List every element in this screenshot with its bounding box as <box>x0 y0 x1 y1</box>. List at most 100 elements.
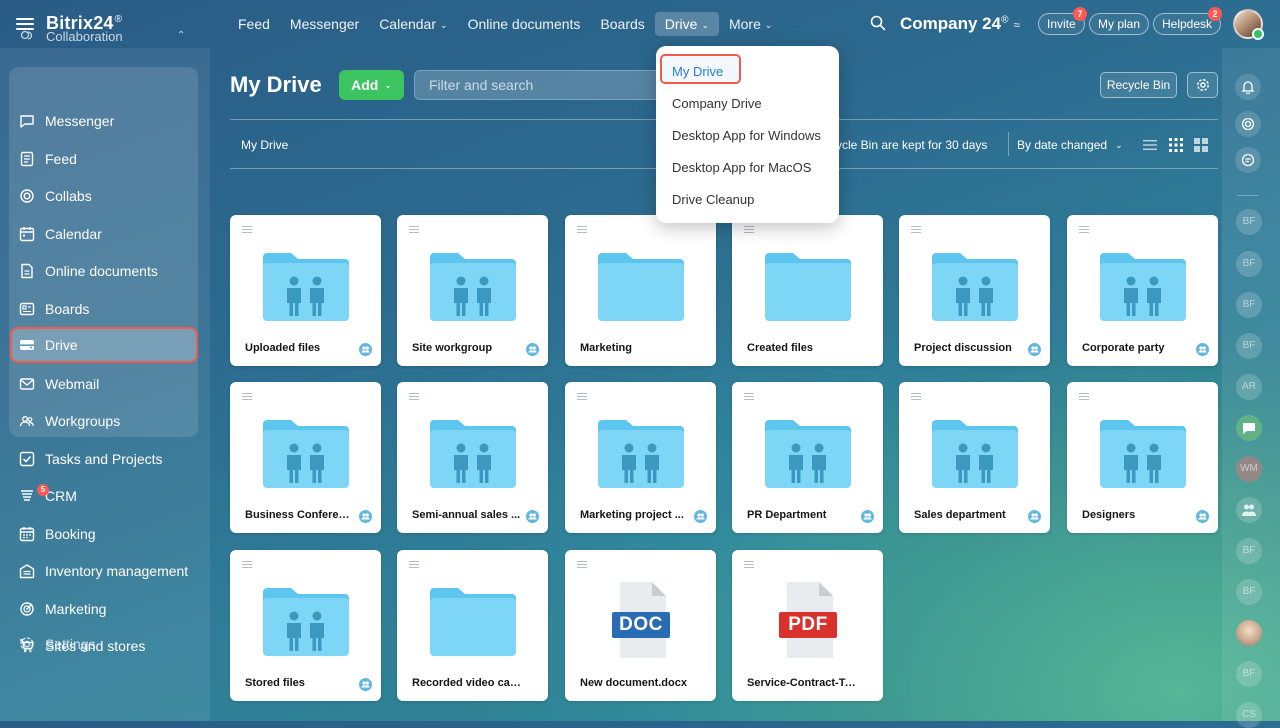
folder-tile[interactable]: Semi-annual sales ... <box>397 382 548 533</box>
add-button[interactable]: Add ⌄ <box>339 70 404 100</box>
menu-item-drive-cleanup[interactable]: Drive Cleanup <box>672 192 754 207</box>
folder-tile[interactable]: Business Conference <box>230 382 381 533</box>
nav-messenger[interactable]: Messenger <box>280 12 369 36</box>
folder-tile[interactable]: Created files <box>732 215 883 366</box>
menu-item-my-drive[interactable]: My Drive <box>672 64 723 79</box>
user-photo-avatar[interactable] <box>1236 620 1262 646</box>
inventory-icon <box>19 564 35 579</box>
rail-user-avatar[interactable]: BF <box>1236 292 1262 318</box>
tile-name: Uploaded files <box>245 342 321 354</box>
tile-name: Marketing <box>580 342 632 354</box>
folder-tile[interactable]: Stored files <box>230 550 381 701</box>
large-tiles-view-icon[interactable] <box>1194 138 1208 152</box>
sidebar-item-webmail[interactable]: Webmail <box>10 366 198 402</box>
sidebar-item-calendar[interactable]: Calendar <box>10 216 198 252</box>
drag-handle-icon[interactable] <box>744 561 754 569</box>
nav-calendar[interactable]: Calendar ⌄ <box>369 12 457 36</box>
sidebar-settings[interactable]: Settings <box>10 629 96 659</box>
grid-view-icon[interactable] <box>1169 138 1183 152</box>
my-plan-button[interactable]: My plan <box>1089 13 1150 35</box>
recycle-bin-button[interactable]: Recycle Bin <box>1100 72 1177 98</box>
nav-feed[interactable]: Feed <box>228 12 280 36</box>
rail-user-avatar[interactable]: BF <box>1236 579 1262 605</box>
rail-user-avatar[interactable]: WM <box>1236 456 1262 482</box>
rail-user-avatar[interactable]: BF <box>1236 251 1262 277</box>
sort-dropdown[interactable]: By date changed ⌄ <box>1017 138 1123 152</box>
folder-icon <box>763 247 853 323</box>
drag-handle-icon[interactable] <box>911 226 921 234</box>
search-input[interactable]: Filter and search <box>414 70 664 100</box>
drag-handle-icon[interactable] <box>577 226 587 234</box>
sidebar-item-messenger[interactable]: Messenger <box>10 103 198 139</box>
settings-sliders-icon[interactable]: ≈ <box>1013 18 1020 32</box>
nav-boards[interactable]: Boards <box>590 12 654 36</box>
copilot-icon[interactable] <box>1235 111 1261 137</box>
folder-tile[interactable]: Designers <box>1067 382 1218 533</box>
drag-handle-icon[interactable] <box>744 226 754 234</box>
sidebar-item-feed[interactable]: Feed <box>10 141 198 177</box>
folder-tile[interactable]: Site workgroup <box>397 215 548 366</box>
sidebar-item-marketing[interactable]: Marketing <box>10 591 198 627</box>
folder-tile[interactable]: Sales department <box>899 382 1050 533</box>
rail-user-avatar[interactable]: BF <box>1236 333 1262 359</box>
chat-refresh-icon[interactable] <box>1235 147 1261 173</box>
folder-tile[interactable]: Corporate party <box>1067 215 1218 366</box>
menu-item-company-drive[interactable]: Company Drive <box>672 96 762 111</box>
sidebar-item-tasks-and-projects[interactable]: Tasks and Projects <box>10 441 198 477</box>
file-tile[interactable]: DOC New document.docx <box>565 550 716 701</box>
copilot-glyph <box>1241 117 1255 131</box>
company-name[interactable]: Company 24® ≈ <box>900 14 1020 34</box>
drag-handle-icon[interactable] <box>744 393 754 401</box>
drag-handle-icon[interactable] <box>409 226 419 234</box>
rail-user-avatar[interactable]: BF <box>1236 209 1262 235</box>
folder-tile[interactable]: Uploaded files <box>230 215 381 366</box>
drag-handle-icon[interactable] <box>911 393 921 401</box>
top-bar: Bitrix24® Feed Messenger Calendar ⌄ Onlin… <box>0 0 1280 48</box>
folder-tile[interactable]: PR Department <box>732 382 883 533</box>
drag-handle-icon[interactable] <box>242 226 252 234</box>
shared-folder-icon <box>1098 247 1188 323</box>
drag-handle-icon[interactable] <box>1079 393 1089 401</box>
rail-user-avatar[interactable]: BF <box>1236 661 1262 687</box>
drag-handle-icon[interactable] <box>577 561 587 569</box>
folder-tile[interactable]: Project discussion <box>899 215 1050 366</box>
drag-handle-icon[interactable] <box>409 561 419 569</box>
sidebar-item-boards[interactable]: Boards <box>10 291 198 327</box>
rail-user-avatar[interactable]: CS <box>1236 702 1262 728</box>
drag-handle-icon[interactable] <box>577 393 587 401</box>
boards-icon <box>19 302 35 315</box>
chat-bubble-icon[interactable] <box>1236 415 1262 441</box>
bell-icon[interactable] <box>1235 74 1261 100</box>
file-tile[interactable]: PDF Service-Contract-Tem... <box>732 550 883 701</box>
nav-drive[interactable]: Drive ⌄ <box>654 12 719 36</box>
user-avatar[interactable] <box>1233 9 1264 40</box>
chevron-up-icon[interactable]: ⌃ <box>177 30 185 41</box>
group-icon[interactable] <box>1236 497 1262 523</box>
settings-button[interactable] <box>1187 72 1218 98</box>
nav-more[interactable]: More ⌄ <box>719 12 782 36</box>
breadcrumb[interactable]: My Drive <box>241 138 288 152</box>
chevron-down-icon: ⌄ <box>384 79 392 90</box>
rail-user-avatar[interactable]: AR <box>1236 374 1262 400</box>
sidebar-item-drive[interactable]: Drive <box>10 327 198 363</box>
sidebar-item-crm[interactable]: 5 CRM <box>10 478 198 514</box>
nav-online-documents[interactable]: Online documents <box>458 12 591 36</box>
folder-tile[interactable]: Recorded video calls <box>397 550 548 701</box>
menu-item-desktop-macos[interactable]: Desktop App for MacOS <box>672 160 811 175</box>
drag-handle-icon[interactable] <box>409 393 419 401</box>
sidebar-item-workgroups[interactable]: Workgroups <box>10 403 198 439</box>
sidebar-item-booking[interactable]: Booking <box>10 516 198 552</box>
collaboration-group-title[interactable]: Collaboration <box>20 29 123 44</box>
folder-tile[interactable]: Marketing <box>565 215 716 366</box>
sidebar-item-online-documents[interactable]: Online documents <box>10 253 198 289</box>
drag-handle-icon[interactable] <box>242 561 252 569</box>
drag-handle-icon[interactable] <box>1079 226 1089 234</box>
folder-tile[interactable]: Marketing project ... <box>565 382 716 533</box>
search-icon[interactable] <box>870 15 886 31</box>
rail-user-avatar[interactable]: BF <box>1236 538 1262 564</box>
sidebar-item-inventory-management[interactable]: Inventory management <box>10 553 198 589</box>
drag-handle-icon[interactable] <box>242 393 252 401</box>
menu-item-desktop-windows[interactable]: Desktop App for Windows <box>672 128 821 143</box>
sidebar-item-collabs[interactable]: Collabs <box>10 178 198 214</box>
list-view-icon[interactable] <box>1143 138 1157 152</box>
